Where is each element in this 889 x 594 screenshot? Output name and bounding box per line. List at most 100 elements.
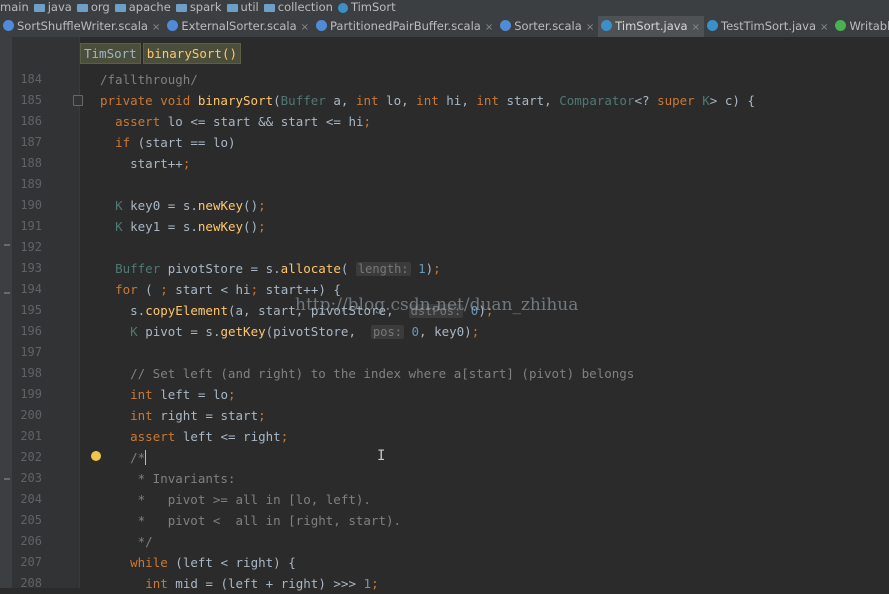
line-number: 192	[20, 240, 42, 254]
breadcrumb-item[interactable]: apache	[114, 0, 171, 15]
code-text: // Set left (and right) to the index whe…	[100, 366, 635, 381]
code-text: Buffer pivotStore = s.allocate( length: …	[115, 261, 441, 276]
code-text: int mid = (left + right) >>> 1;	[145, 576, 379, 591]
code-line[interactable]: 208 int mid = (left + right) >>> 1;	[0, 573, 889, 594]
code-line[interactable]: 188 start++;	[0, 153, 889, 174]
close-icon[interactable]: ×	[692, 22, 700, 33]
code-text: /fallthrough/	[100, 72, 198, 87]
breadcrumb-method[interactable]: binarySort()	[142, 43, 241, 64]
editor-tab[interactable]: PartitionedPairBuffer.scala ×	[313, 16, 497, 37]
code-line[interactable]: 187 if (start == lo)	[0, 132, 889, 153]
breadcrumb-item[interactable]: org	[76, 0, 110, 15]
folder-icon	[33, 3, 45, 12]
code-line[interactable]: 200 int right = start;	[0, 405, 889, 426]
code-text: assert lo <= start && start <= hi;	[115, 114, 372, 129]
code-line[interactable]: 201 assert left <= right;	[0, 426, 889, 447]
file-type-icon	[3, 20, 14, 31]
close-icon[interactable]: ×	[820, 22, 828, 33]
code-line[interactable]: 203 * Invariants:	[0, 468, 889, 489]
code-line[interactable]: 207 while (left < right) {	[0, 552, 889, 573]
breadcrumb-item[interactable]: main	[0, 0, 29, 15]
code-line[interactable]: 205 * pivot < all in [right, start).	[0, 510, 889, 531]
close-icon[interactable]: ×	[301, 22, 309, 33]
code-line[interactable]: 186 assert lo <= start && start <= hi;	[0, 111, 889, 132]
code-text: * pivot < all in [right, start).	[100, 513, 402, 528]
code-line[interactable]: 206 */	[0, 531, 889, 552]
code-line[interactable]: 192	[0, 237, 889, 258]
breadcrumb-class[interactable]: TimSort	[80, 43, 141, 64]
breadcrumb-item[interactable]: collection	[263, 0, 333, 15]
code-line[interactable]: 196 K pivot = s.getKey(pivotStore, pos: …	[0, 321, 889, 342]
line-number: 201	[20, 429, 42, 443]
close-icon[interactable]: ×	[152, 22, 160, 33]
line-number: 198	[20, 366, 42, 380]
line-number: 202	[20, 450, 42, 464]
breadcrumb-label: TimSort	[350, 0, 396, 14]
code-text: int left = lo;	[130, 387, 236, 402]
editor-tab[interactable]: WritablePa	[832, 16, 889, 37]
close-icon[interactable]: ×	[485, 22, 493, 33]
code-text: if (start == lo)	[115, 135, 236, 150]
breadcrumb-item[interactable]: java	[33, 0, 72, 15]
close-icon[interactable]: ×	[586, 22, 594, 33]
fold-icon[interactable]	[73, 95, 83, 106]
code-line[interactable]: 191 K key1 = s.newKey();	[0, 216, 889, 237]
code-text: /*	[100, 450, 147, 465]
line-number: 190	[20, 198, 42, 212]
breadcrumb-label: spark	[189, 0, 222, 14]
line-number: 187	[20, 135, 42, 149]
folder-icon	[76, 3, 88, 12]
tab-label: WritablePa	[849, 19, 889, 33]
code-line[interactable]: 204 * pivot >= all in [lo, left).	[0, 489, 889, 510]
folder-icon	[114, 3, 126, 12]
breadcrumb-item[interactable]: util	[226, 0, 259, 15]
code-line[interactable]: 190 K key0 = s.newKey();	[0, 195, 889, 216]
line-number: 200	[20, 408, 42, 422]
file-type-icon	[167, 20, 179, 31]
breadcrumb-item[interactable]: spark	[175, 0, 222, 15]
breadcrumb-item[interactable]: TimSort	[337, 0, 396, 15]
line-number: 203	[20, 471, 42, 485]
navigation-breadcrumb: main java org apache spark util collection TimS…	[0, 0, 889, 16]
tab-label: TimSort.java	[615, 19, 688, 33]
line-number: 191	[20, 219, 42, 233]
breadcrumb-label: util	[240, 0, 259, 14]
editor-tab[interactable]: ExternalSorter.scala ×	[164, 16, 313, 37]
file-type-icon	[835, 20, 847, 31]
tab-label: PartitionedPairBuffer.scala	[330, 19, 481, 33]
line-number: 204	[20, 492, 42, 506]
line-number: 184	[20, 72, 42, 86]
code-text: * pivot >= all in [lo, left).	[100, 492, 371, 507]
folder-icon	[175, 3, 187, 12]
line-number: 205	[20, 513, 42, 527]
code-line[interactable]: 198 // Set left (and right) to the index…	[0, 363, 889, 384]
code-line[interactable]: 199 int left = lo;	[0, 384, 889, 405]
code-text: */	[100, 534, 153, 549]
folder-icon	[263, 3, 275, 12]
code-line[interactable]: 197	[0, 342, 889, 363]
code-text: assert left <= right;	[130, 429, 289, 444]
tab-label: ExternalSorter.scala	[181, 19, 297, 33]
breadcrumb-label: apache	[128, 0, 171, 14]
code-text: int right = start;	[130, 408, 266, 423]
line-number: 197	[20, 345, 42, 359]
line-number: 193	[20, 261, 42, 275]
editor-tab[interactable]: TestTimSort.java ×	[704, 16, 832, 37]
code-line[interactable]: 193 Buffer pivotStore = s.allocate( leng…	[0, 258, 889, 279]
line-number: 206	[20, 534, 42, 548]
line-number: 207	[20, 555, 42, 569]
line-number: 199	[20, 387, 42, 401]
code-line[interactable]: 184/fallthrough/	[0, 69, 889, 90]
editor-tab[interactable]: Sorter.scala ×	[497, 16, 598, 37]
code-text: start++;	[130, 156, 191, 171]
file-type-icon	[316, 20, 328, 31]
text-caret	[145, 450, 147, 465]
code-line[interactable]: 189	[0, 174, 889, 195]
editor-tab[interactable]: SortShuffleWriter.scala ×	[0, 16, 164, 37]
code-line[interactable]: 202 /*	[0, 447, 889, 468]
code-breadcrumb: TimSort binarySort()	[80, 43, 243, 64]
code-text: K key1 = s.newKey();	[115, 219, 266, 234]
file-type-icon	[707, 20, 718, 31]
editor-tab[interactable]: TimSort.java ×	[598, 16, 704, 37]
code-line[interactable]: 185 private void binarySort(Buffer a, int…	[0, 90, 889, 111]
